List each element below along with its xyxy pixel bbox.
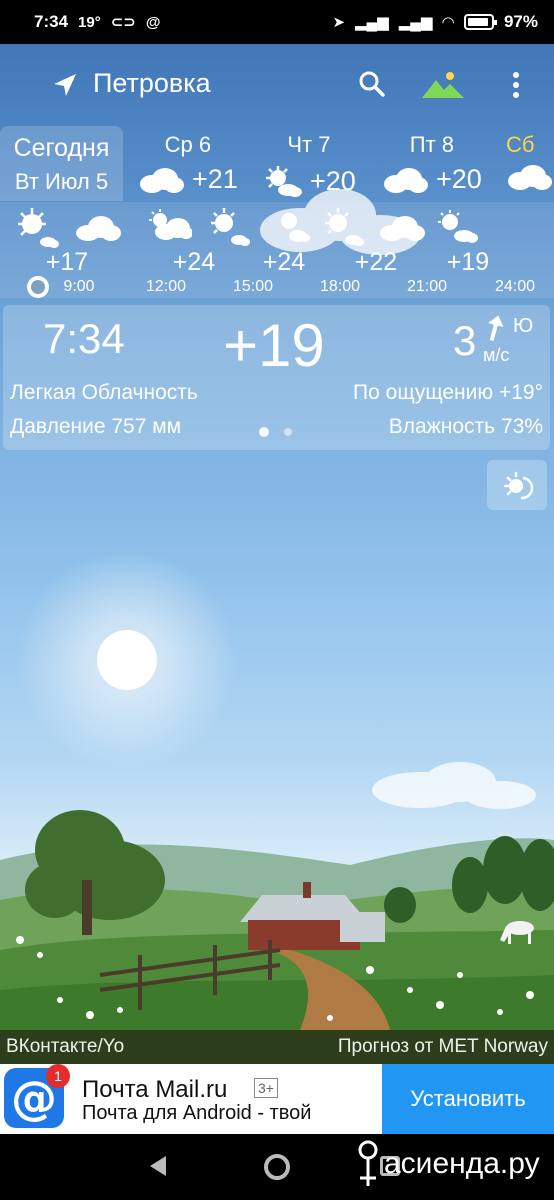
cloud-icon: [380, 216, 425, 241]
day-item-wed[interactable]: Ср 6 +21: [138, 132, 238, 195]
condition-text: Легкая Облачность: [10, 381, 198, 404]
status-temp-indicator: 19°: [78, 13, 101, 31]
status-time: 7:34: [34, 12, 69, 31]
ad-banner[interactable]: @ 1 Почта Mail.ru 3+ Почта для Android -…: [0, 1064, 554, 1134]
wifi-icon: ◠: [442, 14, 454, 31]
watermark-text: асиенда.ру: [384, 1147, 540, 1180]
location-name[interactable]: Петровка: [93, 68, 211, 99]
credits-bar: ВКонтакте/Yo Прогноз от MET Norway: [0, 1030, 554, 1064]
hourly-temp: +24: [262, 248, 306, 276]
day-today-tab[interactable]: Сегодня Вт Июл 5: [0, 126, 123, 201]
day-night-toggle-button[interactable]: [487, 460, 547, 510]
install-button[interactable]: Установить: [382, 1064, 554, 1134]
landscape-icon[interactable]: [422, 68, 464, 100]
location-arrow-icon[interactable]: [52, 72, 78, 98]
sun-cloud-icon: [281, 213, 310, 242]
cloud-icon: [76, 216, 121, 241]
day-name: Пт 8: [409, 132, 455, 157]
watermark: асиенда.ру: [356, 1140, 540, 1188]
hourly-temp: +24: [172, 248, 216, 276]
day-item-sat[interactable]: Сб: [506, 132, 552, 190]
hourly-time: 9:00: [63, 278, 95, 295]
age-rating-badge: 3+: [254, 1078, 278, 1098]
current-conditions-card[interactable]: 7:34 +19 3 Ю м/с Легкая Облачность По ощ…: [3, 305, 550, 450]
cloud-icon: [384, 167, 428, 193]
hourly-forecast[interactable]: +17 +24 +24 +22 +19 9:00 12:00 15:00 18:…: [0, 202, 554, 298]
feels-like: По ощущению +19°: [353, 381, 543, 404]
current-time: 7:34: [43, 315, 125, 362]
day-temp: +20: [310, 165, 356, 196]
watermark-logo-icon: [358, 1140, 378, 1186]
app-bar: Петровка: [0, 56, 554, 112]
image-credit-link[interactable]: ВКонтакте/Yo: [6, 1036, 124, 1058]
hourly-time: 15:00: [232, 278, 274, 295]
day-temp: +21: [192, 164, 238, 194]
current-temperature: +19: [223, 312, 325, 379]
day-item-thu[interactable]: Чт 7 +20: [262, 132, 356, 198]
wind-speed: 3: [453, 317, 477, 364]
overflow-menu-icon[interactable]: [508, 70, 524, 100]
pressure: Давление 757 мм: [10, 415, 182, 438]
today-date: Вт Июл 5: [14, 169, 109, 194]
day-item-fri[interactable]: Пт 8 +20: [382, 132, 482, 195]
cloud-icon: [508, 165, 552, 190]
wind-unit: м/с: [483, 345, 510, 365]
location-status-icon: ➤: [332, 14, 346, 31]
hourly-temp: +17: [45, 248, 89, 276]
signal-icon: ▂▄▆: [355, 14, 389, 31]
cloud-icon: [140, 167, 184, 193]
notification-badge: 1: [46, 1064, 70, 1088]
status-bar: 7:34 19° ⊂⊃ @ ➤ ▂▄▆ ▂▄▆ ◠ 97%: [0, 0, 554, 44]
hourly-temp: +19: [446, 248, 490, 276]
hourly-time: 24:00: [494, 278, 536, 295]
back-icon[interactable]: [150, 1156, 166, 1176]
ad-subtitle: Почта для Android - твой: [82, 1102, 312, 1124]
day-name: Ср 6: [164, 132, 212, 157]
search-icon[interactable]: [358, 70, 386, 98]
day-name: Чт 7: [287, 132, 331, 157]
sun-cloud-icon: [266, 166, 302, 197]
hourly-time: 18:00: [319, 278, 361, 295]
sun-cloud-icon: [211, 208, 250, 246]
home-icon[interactable]: [264, 1154, 290, 1180]
hourly-time: 12:00: [145, 278, 187, 295]
day-name: Сб: [506, 132, 535, 157]
today-label: Сегодня: [13, 134, 110, 162]
wind-direction: Ю: [513, 315, 534, 337]
sun-cloud-icon: [149, 209, 192, 240]
humidity: Влажность 73%: [388, 415, 543, 438]
hourly-temp: +22: [354, 248, 398, 276]
wind-direction-arrow-icon: [488, 315, 504, 341]
sun-cloud-icon: [18, 208, 59, 248]
daily-forecast: Сегодня Вт Июл 5 Ср 6 +21 Чт 7 +20 Пт 8: [0, 126, 554, 201]
link-icon: ⊂⊃: [110, 14, 136, 31]
hourly-time: 21:00: [406, 278, 448, 295]
forecast-provider-link[interactable]: Прогноз от MET Norway: [338, 1036, 548, 1058]
at-icon: @: [145, 13, 161, 31]
sun-cloud-icon: [438, 210, 478, 243]
day-temp: +20: [436, 164, 482, 194]
page-indicator: [284, 428, 292, 436]
page-indicator-active: [259, 427, 269, 437]
sun-cloud-icon: [325, 208, 364, 246]
battery-percent: 97%: [503, 12, 538, 31]
sun-moon-icon: [503, 471, 533, 500]
ad-title: Почта Mail.ru: [82, 1076, 228, 1103]
battery-icon: [463, 14, 497, 30]
current-time-indicator: [27, 276, 49, 298]
signal-icon-2: ▂▄▆: [398, 14, 433, 31]
